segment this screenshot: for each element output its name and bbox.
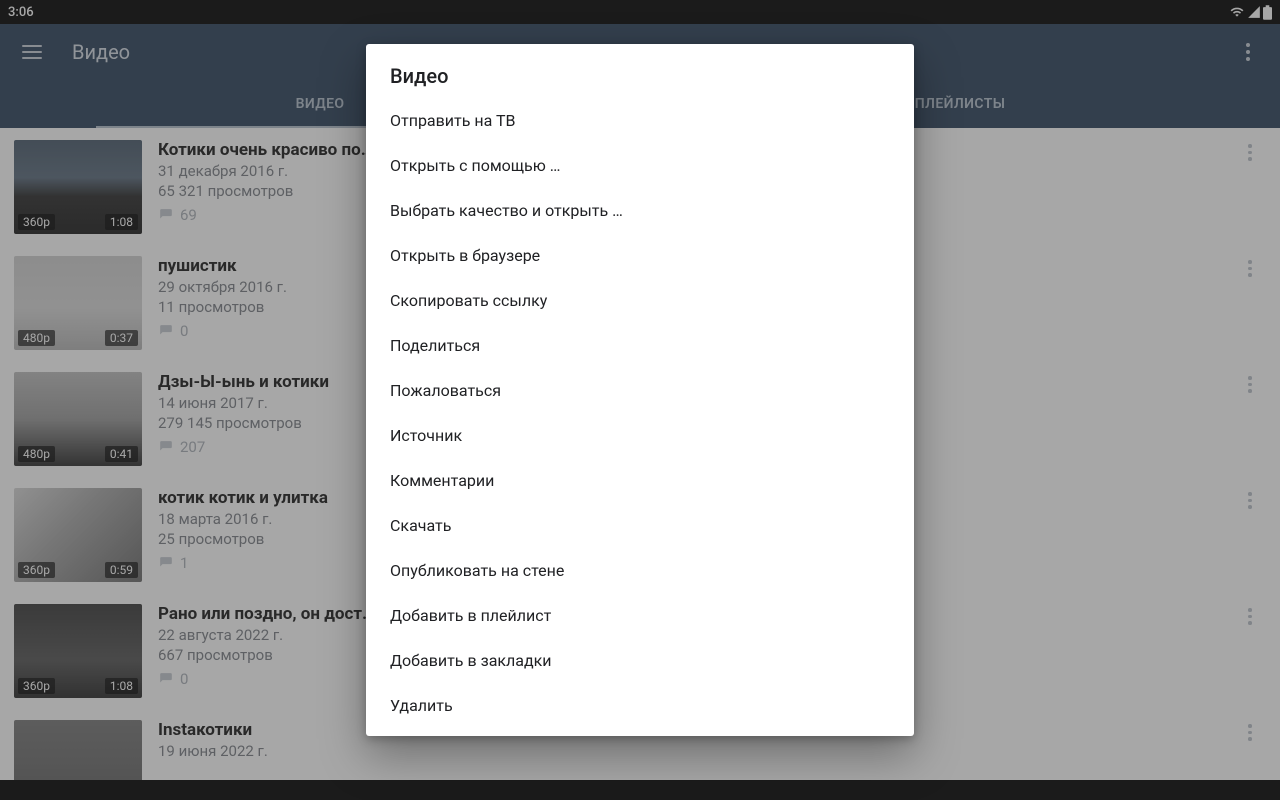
dialog-title: Видео xyxy=(366,44,914,98)
menu-item-delete[interactable]: Удалить xyxy=(366,683,914,728)
menu-item-add-to-playlist[interactable]: Добавить в плейлист xyxy=(366,593,914,638)
menu-item-comments[interactable]: Комментарии xyxy=(366,458,914,503)
menu-item-download[interactable]: Скачать xyxy=(366,503,914,548)
menu-item-open-in-browser[interactable]: Открыть в браузере xyxy=(366,233,914,278)
context-menu-dialog: Видео Отправить на ТВ Открыть с помощью … xyxy=(366,44,914,736)
menu-item-share[interactable]: Поделиться xyxy=(366,323,914,368)
menu-item-add-to-bookmarks[interactable]: Добавить в закладки xyxy=(366,638,914,683)
menu-item-report[interactable]: Пожаловаться xyxy=(366,368,914,413)
menu-item-source[interactable]: Источник xyxy=(366,413,914,458)
menu-item-copy-link[interactable]: Скопировать ссылку xyxy=(366,278,914,323)
menu-item-open-with[interactable]: Открыть с помощью … xyxy=(366,143,914,188)
menu-item-choose-quality[interactable]: Выбрать качество и открыть … xyxy=(366,188,914,233)
menu-item-send-to-tv[interactable]: Отправить на ТВ xyxy=(366,98,914,143)
menu-item-post-on-wall[interactable]: Опубликовать на стене xyxy=(366,548,914,593)
